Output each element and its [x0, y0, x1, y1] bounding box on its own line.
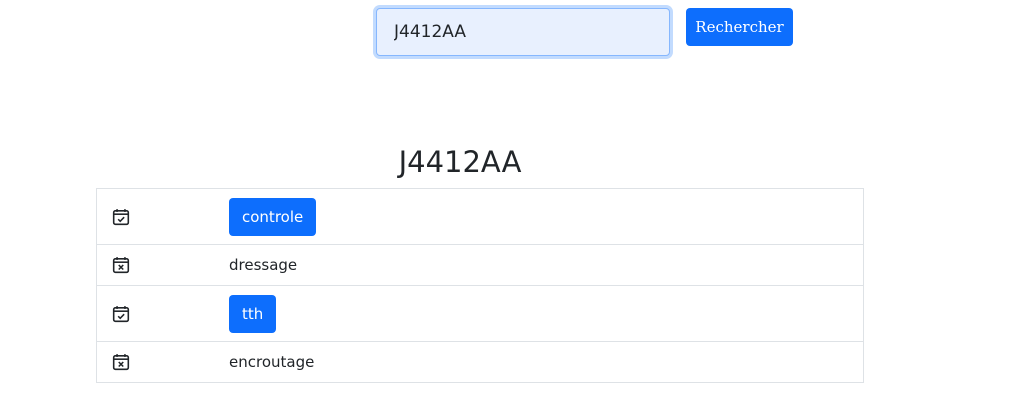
table-row: encroutage — [97, 342, 863, 383]
calendar-check-icon — [97, 305, 229, 323]
table-row: tth — [97, 286, 863, 342]
step-name-encroutage: encroutage — [229, 353, 315, 371]
calendar-check-icon — [97, 208, 229, 226]
step-name-dressage: dressage — [229, 256, 298, 274]
calendar-x-icon — [97, 256, 229, 274]
search-button[interactable]: Rechercher — [686, 8, 793, 46]
result-title: J4412AA — [398, 145, 522, 179]
step-button-tth[interactable]: tth — [229, 294, 277, 333]
table-row: dressage — [97, 245, 863, 286]
calendar-x-icon — [97, 353, 229, 371]
step-button-controle[interactable]: controle — [229, 197, 317, 236]
table-row: controle — [97, 189, 863, 245]
search-input[interactable] — [376, 8, 670, 56]
steps-table: controle dressage tth encroutage — [96, 188, 864, 383]
